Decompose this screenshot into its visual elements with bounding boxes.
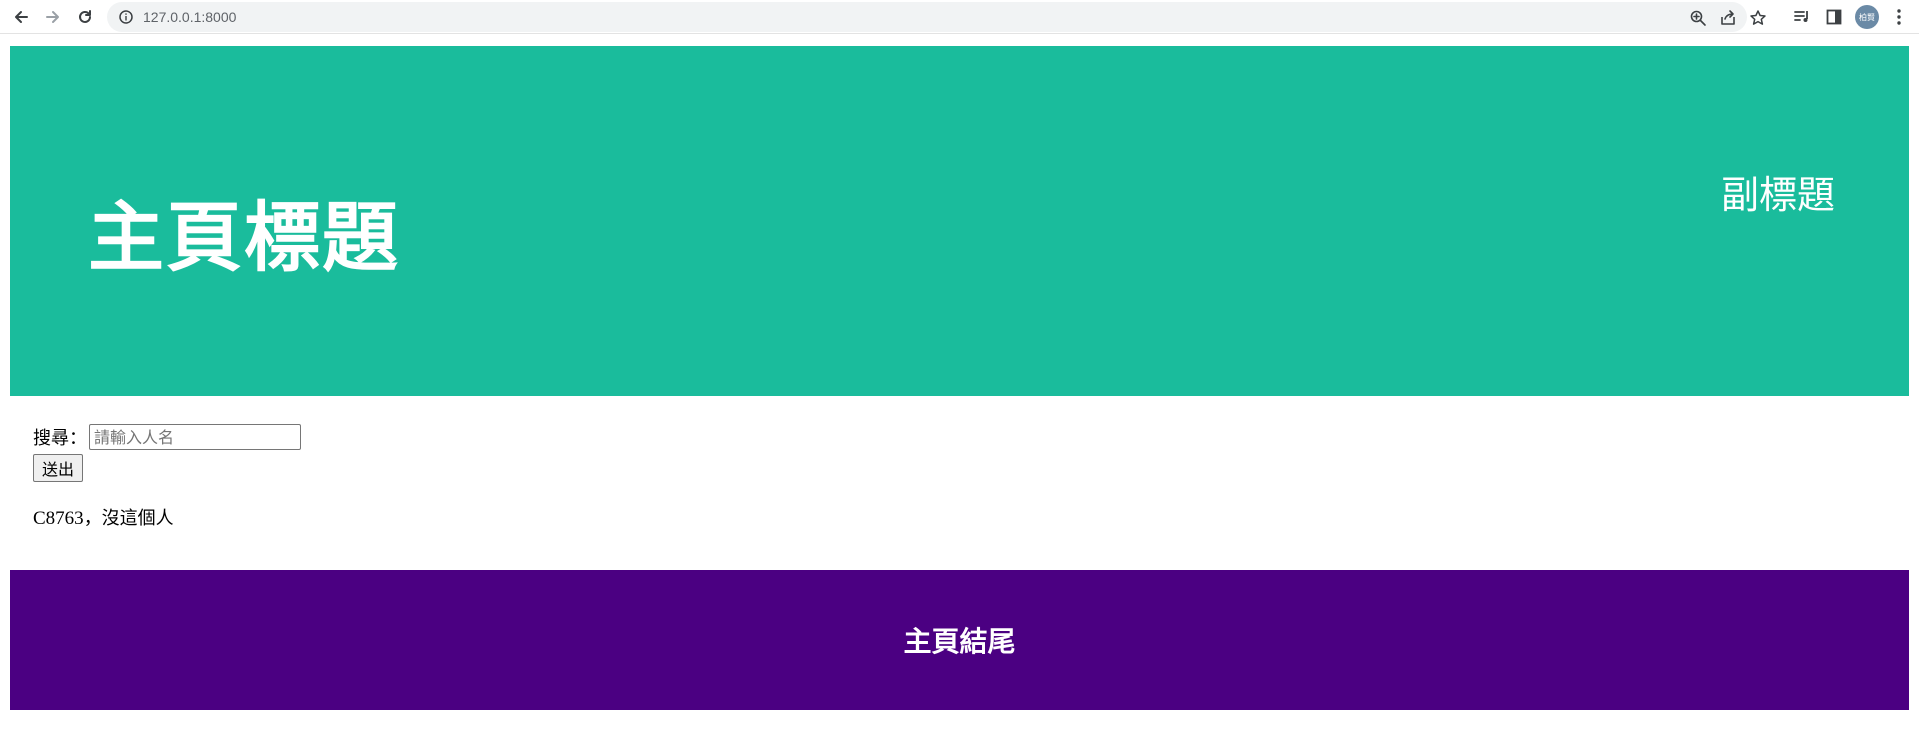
search-label: 搜尋： xyxy=(33,428,87,449)
search-input[interactable] xyxy=(89,424,301,450)
url-text[interactable]: 127.0.0.1:8000 xyxy=(143,9,236,25)
submit-button[interactable]: 送出 xyxy=(33,454,84,482)
reload-button[interactable] xyxy=(73,5,97,29)
star-icon[interactable] xyxy=(1749,9,1767,27)
page-title: 主頁標題 xyxy=(88,193,400,282)
zoom-icon[interactable] xyxy=(1689,9,1707,27)
address-bar[interactable]: 127.0.0.1:8000 xyxy=(107,2,1766,32)
page-footer: 主頁結尾 xyxy=(10,570,1909,710)
search-section: 搜尋： 送出 C8763，沒這個人 xyxy=(33,422,301,530)
page-header: 主頁標題 副標題 xyxy=(10,46,1909,396)
share-icon[interactable] xyxy=(1719,9,1737,27)
arrow-left-icon xyxy=(15,11,28,23)
result-message: ，沒這個人 xyxy=(83,508,174,529)
back-button[interactable] xyxy=(9,5,33,29)
forward-button[interactable] xyxy=(41,5,65,29)
arrow-right-icon xyxy=(46,11,59,23)
page-subtitle: 副標題 xyxy=(1720,173,1835,217)
browser-toolbar: 127.0.0.1:8000 柏賢 xyxy=(0,0,1919,34)
result-code: C8763 xyxy=(33,508,84,529)
info-icon[interactable] xyxy=(119,10,133,24)
page-viewport: 主頁標題 副標題 搜尋： 送出 C8763，沒這個人 主頁結尾 xyxy=(0,34,1919,732)
kebab-menu-icon[interactable] xyxy=(1889,7,1909,27)
reload-icon xyxy=(79,10,91,23)
search-form: 搜尋： xyxy=(33,422,301,452)
footer-title: 主頁結尾 xyxy=(903,625,1016,658)
search-result: C8763，沒這個人 xyxy=(33,504,301,530)
profile-avatar[interactable]: 柏賢 xyxy=(1855,5,1879,29)
reading-list-icon[interactable] xyxy=(1792,7,1812,27)
side-panel-icon[interactable] xyxy=(1824,7,1844,27)
